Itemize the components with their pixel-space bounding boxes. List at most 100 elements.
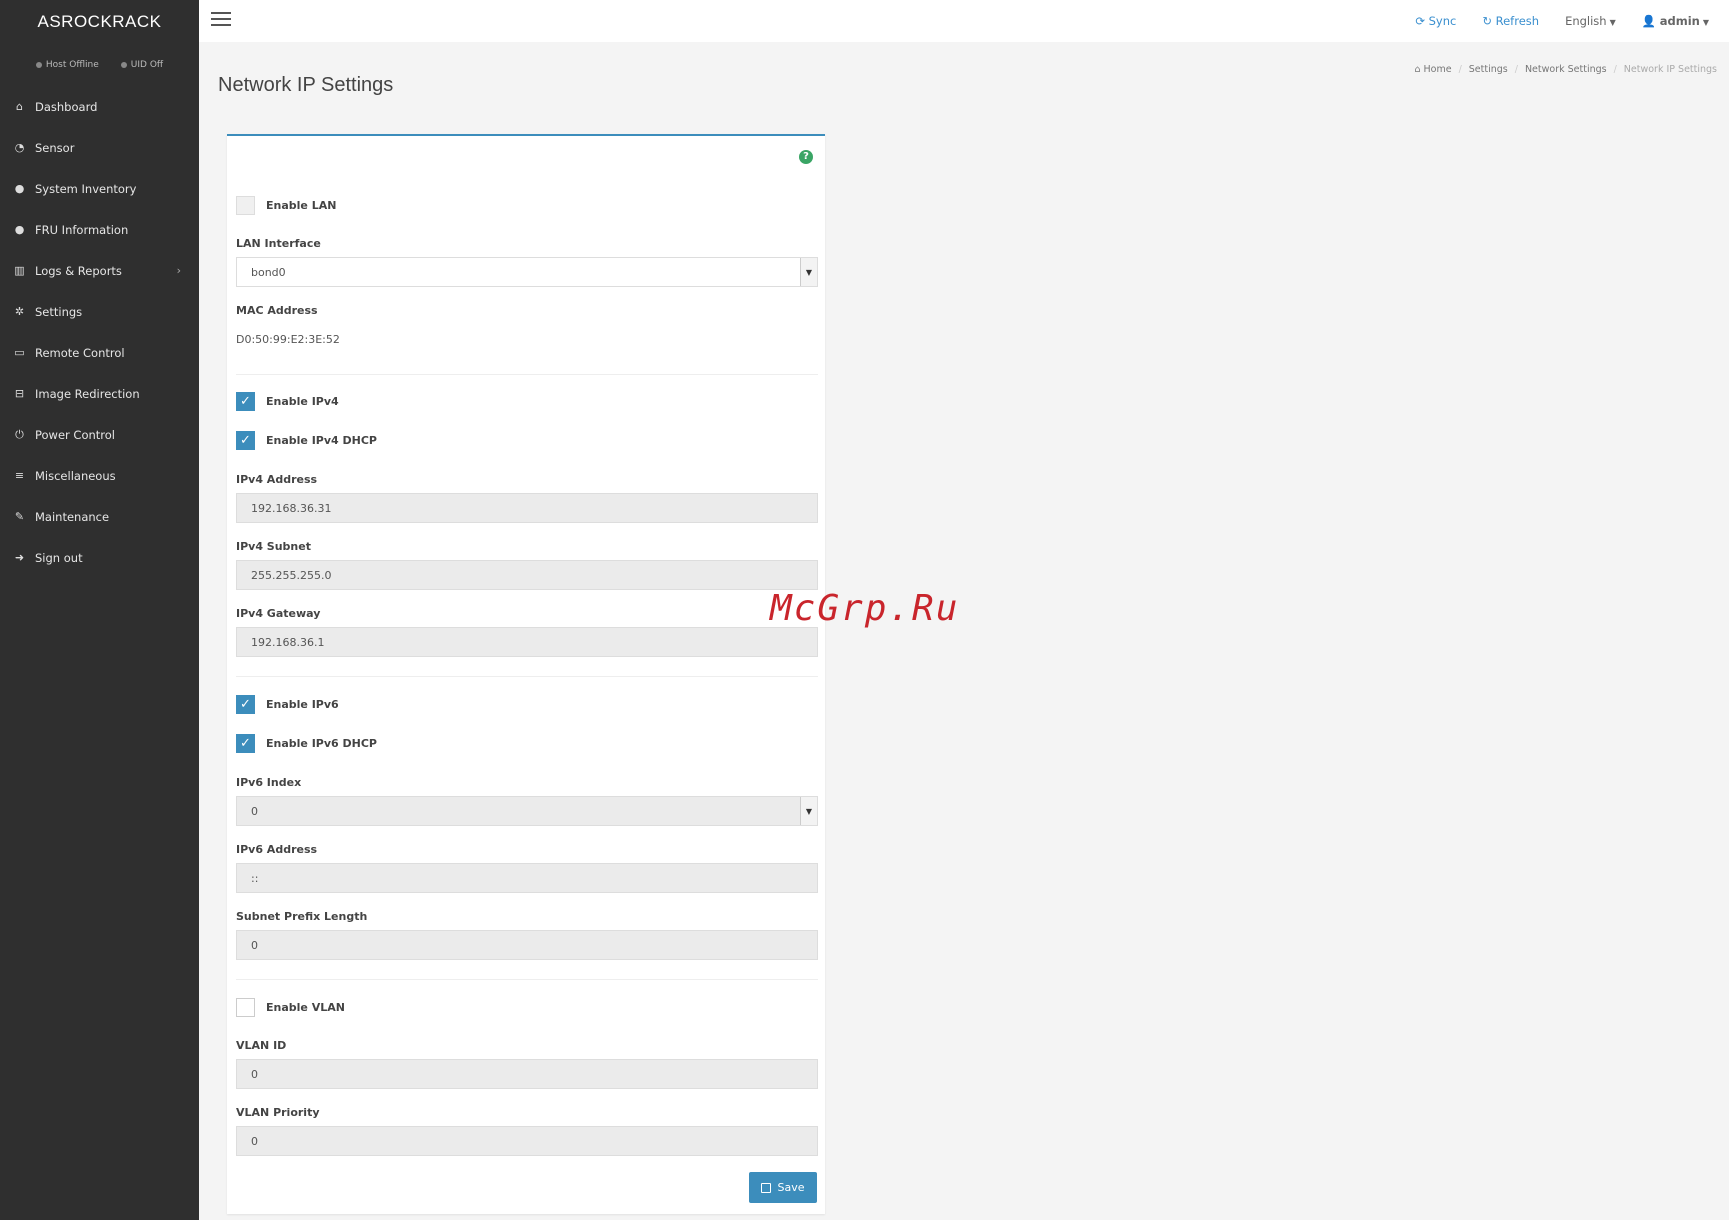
sidebar-item-label: Miscellaneous [35,468,116,483]
lan-interface-label: LAN Interface [236,237,321,250]
subnet-prefix-length-label: Subnet Prefix Length [236,910,368,923]
mac-address-value: D0:50:99:E2:3E:52 [236,333,340,346]
vlan-priority-field[interactable]: 0 [236,1126,818,1156]
save-button[interactable]: Save [749,1172,817,1203]
status-dot-icon [120,61,127,68]
sidebar-item-maintenance[interactable]: ✎ Maintenance [0,496,199,537]
enable-ipv4-dhcp-checkbox[interactable]: ✓ [236,431,255,450]
network-ip-settings-card: ? Enable LAN LAN Interface bond0 ▼ MAC A… [227,134,825,1214]
breadcrumb-home[interactable]: Home [1424,64,1452,75]
power-icon: ⏻ [15,427,24,441]
enable-ipv6-dhcp-row: ✓ Enable IPv6 DHCP [236,734,377,753]
vlan-id-label: VLAN ID [236,1039,287,1052]
enable-lan-label: Enable LAN [266,199,337,212]
ipv4-gateway-label: IPv4 Gateway [236,607,321,620]
enable-lan-row: Enable LAN [236,196,336,215]
host-status-label: Host Offline [45,60,99,70]
sync-button[interactable]: ⟳ Sync [1415,14,1456,28]
ipv4-address-field[interactable]: 192.168.36.31 [236,493,818,523]
enable-ipv4-row: ✓ Enable IPv4 [236,392,339,411]
enable-vlan-checkbox[interactable] [236,998,255,1017]
language-dropdown[interactable]: English ▼ [1565,14,1616,28]
vlan-priority-label: VLAN Priority [236,1106,320,1119]
dashboard-icon: ◔ [14,141,25,154]
sidebar-item-dashboard[interactable]: ⌂ Dashboard [0,86,199,127]
language-label: English [1565,14,1607,28]
chart-icon: ▥ [14,264,25,277]
ipv4-gateway-field[interactable]: 192.168.36.1 [236,627,818,657]
enable-lan-checkbox[interactable] [236,196,255,215]
save-label: Save [777,1181,805,1194]
sidebar-item-image-redirection[interactable]: ⊟ Image Redirection [0,373,199,414]
drive-icon: ⊟ [14,387,25,400]
breadcrumb-settings[interactable]: Settings [1469,64,1508,75]
sidebar-item-label: Dashboard [35,99,98,114]
mac-address-label: MAC Address [236,304,318,317]
sidebar-item-settings[interactable]: ✲ Settings [0,291,199,332]
chevron-right-icon: › [176,264,181,277]
ipv6-index-select[interactable]: 0 ▼ [236,796,818,826]
sidebar-item-label: Sign out [35,550,83,565]
user-dropdown[interactable]: 👤 admin ▼ [1642,14,1709,28]
top-bar: ⟳ Sync ↻ Refresh English ▼ 👤 admin ▼ [199,0,1729,42]
select-arrow-icon: ▼ [800,797,817,825]
sidebar-item-miscellaneous[interactable]: ≡ Miscellaneous [0,455,199,496]
ipv6-address-field[interactable]: :: [236,863,818,893]
enable-ipv4-checkbox[interactable]: ✓ [236,392,255,411]
sidebar: ASROCKRACK Host Offline UID Off ⌂ Dashboa… [0,0,199,1220]
uid-status[interactable]: UID Off [120,60,164,70]
ipv4-subnet-field[interactable]: 255.255.255.0 [236,560,818,590]
divider [236,374,818,375]
divider [236,979,818,980]
monitor-icon: ▭ [14,346,25,359]
enable-ipv6-row: ✓ Enable IPv6 [236,695,339,714]
sync-label: Sync [1428,14,1457,28]
vlan-id-field[interactable]: 0 [236,1059,818,1089]
enable-ipv4-label: Enable IPv4 [266,395,339,408]
sidebar-item-sensor[interactable]: ◔ Sensor [0,127,199,168]
sidebar-item-label: Remote Control [35,345,125,360]
breadcrumb-network-settings[interactable]: Network Settings [1525,64,1607,75]
ipv4-address-label: IPv4 Address [236,473,318,486]
sidebar-item-label: Power Control [35,427,115,442]
ipv6-index-value: 0 [251,804,258,818]
subnet-prefix-length-field[interactable]: 0 [236,930,818,960]
sidebar-item-sign-out[interactable]: ➜ Sign out [0,537,199,578]
refresh-icon: ↻ [1482,14,1492,28]
sidebar-item-system-inventory[interactable]: ● System Inventory [0,168,199,209]
enable-ipv4-dhcp-row: ✓ Enable IPv4 DHCP [236,431,377,450]
lan-interface-value: bond0 [251,265,286,279]
select-arrow-icon: ▼ [800,258,817,286]
top-actions: ⟳ Sync ↻ Refresh English ▼ 👤 admin ▼ [1415,0,1709,42]
help-icon[interactable]: ? [799,150,813,164]
sidebar-item-fru-information[interactable]: ● FRU Information [0,209,199,250]
user-icon: 👤 [1641,14,1657,28]
enable-ipv6-dhcp-checkbox[interactable]: ✓ [236,734,255,753]
sidebar-item-label: System Inventory [35,181,137,196]
enable-ipv4-dhcp-label: Enable IPv4 DHCP [266,434,377,447]
info-icon: ● [14,182,25,195]
refresh-button[interactable]: ↻ Refresh [1482,14,1539,28]
sidebar-item-label: Logs & Reports [35,263,122,278]
enable-ipv6-dhcp-label: Enable IPv6 DHCP [266,737,377,750]
sidebar-item-remote-control[interactable]: ▭ Remote Control [0,332,199,373]
list-icon: ≡ [14,469,25,482]
breadcrumb: ⌂ Home / Settings / Network Settings / Netw… [1414,64,1717,75]
ipv6-index-label: IPv6 Index [236,776,302,789]
watermark-text: McGrp.Ru [770,588,960,629]
enable-ipv6-checkbox[interactable]: ✓ [236,695,255,714]
uid-status-label: UID Off [130,60,164,70]
status-row: Host Offline UID Off [0,44,199,86]
home-icon: ⌂ [16,100,23,113]
info-icon: ● [14,223,25,236]
breadcrumb-current: Network IP Settings [1623,64,1717,75]
lan-interface-select[interactable]: bond0 ▼ [236,257,818,287]
sidebar-item-logs-reports[interactable]: ▥ Logs & Reports › [0,250,199,291]
sidebar-item-power-control[interactable]: ⏻ Power Control [0,414,199,455]
gear-icon: ✲ [14,305,25,318]
ipv6-address-label: IPv6 Address [236,843,318,856]
refresh-label: Refresh [1495,14,1540,28]
hamburger-menu-icon[interactable] [211,12,231,30]
enable-vlan-row: Enable VLAN [236,998,345,1017]
sidebar-item-label: FRU Information [35,222,129,237]
